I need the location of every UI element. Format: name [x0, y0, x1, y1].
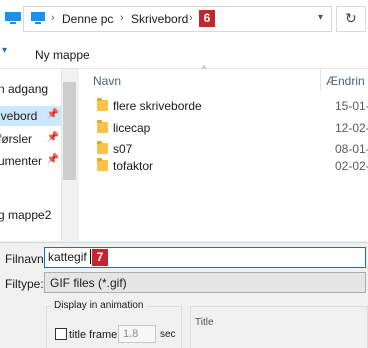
column-header-name[interactable]: Navn — [93, 74, 121, 96]
breadcrumb-skrivebord[interactable]: Skrivebord — [131, 12, 188, 26]
nav-item-quick-access[interactable]: n adgang — [0, 79, 61, 99]
list-item[interactable]: tofaktor 02-02-2 — [79, 156, 368, 176]
nav-item-desktop[interactable]: ivebord 📌 — [0, 106, 61, 126]
pin-icon: 📌 — [46, 132, 59, 143]
folder-icon — [97, 98, 108, 111]
folder-icon — [97, 120, 108, 133]
title-frame-checkbox[interactable] — [55, 328, 67, 340]
chevron-right-icon: › — [189, 12, 193, 24]
list-item[interactable]: licecap 12-02-2 — [79, 118, 368, 138]
folder-icon — [97, 158, 108, 171]
nav-item-mappe2[interactable]: g mappe2 — [0, 205, 61, 225]
column-header-date[interactable]: Ændrin — [326, 74, 365, 96]
pin-icon: 📌 — [46, 109, 59, 120]
filename-label: Filnavn: — [5, 252, 48, 266]
text-caret — [90, 249, 91, 264]
nav-scrollbar-thumb[interactable] — [63, 82, 76, 180]
display-in-animation-label: Display in animation — [52, 300, 146, 311]
title-frame-duration-input[interactable]: 1.8 — [118, 325, 156, 343]
breadcrumb-denne-pc[interactable]: Denne pc — [62, 12, 113, 26]
refresh-icon: ↻ — [345, 10, 357, 26]
chevron-down-icon[interactable]: ▾ — [318, 12, 323, 23]
chevron-down-icon[interactable]: ▾ — [2, 45, 7, 56]
monitor-icon — [4, 11, 22, 25]
title-group — [190, 306, 368, 348]
file-date: 02-02-2 — [335, 159, 368, 173]
new-folder-button[interactable]: Ny mappe — [35, 48, 90, 62]
nav-item-documents[interactable]: umenter 📌 — [0, 151, 61, 171]
file-date: 15-01-2 — [335, 99, 368, 113]
nav-item-label: ivebord — [0, 109, 38, 123]
display-in-animation-group — [46, 306, 182, 348]
nav-item-label: g mappe2 — [0, 208, 52, 222]
file-name: flere skriveborde — [113, 99, 202, 113]
nav-item-downloads[interactable]: førsler 📌 — [0, 129, 61, 149]
step-badge-6: 6 — [199, 10, 215, 27]
pin-icon: 📌 — [46, 154, 59, 165]
list-item[interactable]: flere skriveborde 15-01-2 — [79, 96, 368, 116]
file-name: tofaktor — [113, 159, 154, 173]
pc-icon — [30, 11, 46, 25]
title-frame-label: title frame: — [69, 329, 121, 341]
file-name: licecap — [113, 121, 151, 135]
file-date: 12-02-2 — [335, 121, 368, 135]
chevron-right-icon: › — [51, 12, 55, 24]
folder-icon — [97, 141, 108, 154]
file-name: s07 — [113, 142, 133, 156]
nav-item-label: førsler — [0, 132, 32, 146]
nav-item-label: umenter — [0, 154, 43, 168]
title-label: Title — [195, 317, 214, 328]
step-badge-7: 7 — [92, 249, 108, 266]
filetype-value: GIF files (*.gif) — [50, 276, 127, 290]
file-date: 08-01-2 — [335, 142, 368, 156]
filename-value: kattegif — [48, 250, 87, 264]
sort-ascending-icon: ^ — [202, 64, 207, 74]
chevron-right-icon: › — [120, 12, 124, 24]
column-separator[interactable] — [320, 69, 321, 91]
filetype-label: Filtype: — [5, 277, 44, 291]
nav-item-label: n adgang — [0, 82, 49, 96]
seconds-unit-label: sec — [160, 329, 176, 340]
